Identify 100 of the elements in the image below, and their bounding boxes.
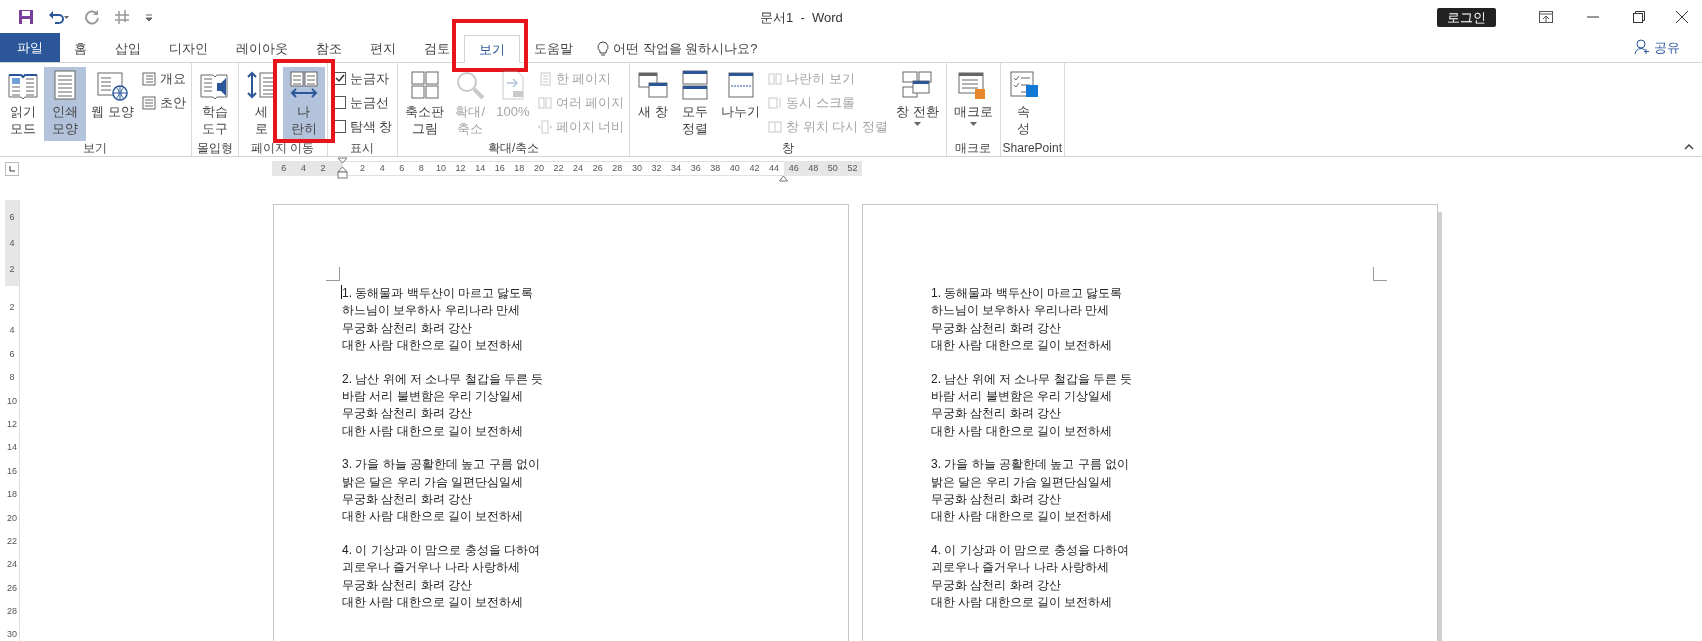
ruler-number: 16 [493, 162, 506, 175]
customize-icon[interactable] [144, 12, 154, 22]
document-line: 1. 동해물과 백두산이 마르고 닳도록 [342, 285, 535, 302]
ruler-number: 26 [6, 581, 18, 595]
ribbon-tab[interactable]: 레이아웃 [222, 35, 302, 62]
ruler-number: 2 [319, 162, 327, 175]
group-label: 매크로 [954, 141, 993, 156]
ribbon-tab[interactable]: 편지 [356, 35, 410, 62]
group-label: 보기 [82, 141, 109, 156]
ruler-number: 20 [6, 511, 18, 525]
ribbon-button[interactable]: 나누기 [716, 67, 766, 141]
document-line: 무궁화 삼천리 화려 강산 [342, 491, 473, 509]
ribbon-button[interactable]: 매크로 [948, 67, 998, 141]
ruler-number: 22 [6, 534, 18, 548]
document-line: 대한 사람 대한으로 길이 보전하세 [342, 594, 525, 612]
ribbon-button[interactable]: 학습 도구 [193, 67, 236, 141]
ribbon-display-icon[interactable] [1539, 11, 1553, 23]
ribbon-button[interactable]: 나 란히 [282, 67, 325, 141]
draft-icon [141, 95, 156, 110]
document-line: 밝은 달은 우리 가슴 일편단심일세 [342, 473, 525, 491]
document-line: 3. 가을 하늘 공활한데 높고 구름 없이 [342, 456, 541, 474]
checkbox[interactable]: 눈금자 [332, 69, 393, 88]
ribbon-button[interactable]: 초안 [141, 93, 186, 112]
ribbon-button[interactable]: 축소판 그림 [400, 67, 450, 141]
ruler-number: 48 [807, 162, 820, 175]
ruler-number: 52 [846, 162, 859, 175]
tell-me-field[interactable]: 어떤 작업을 원하시나요? [613, 38, 758, 59]
document-line: 대한 사람 대한으로 길이 보전하세 [931, 337, 1114, 355]
document-line: 무궁화 삼천리 화려 강산 [931, 319, 1062, 337]
document-line: 바람 서리 불변함은 우리 기상일세 [931, 388, 1114, 406]
document-line: 대한 사람 대한으로 길이 보전하세 [931, 594, 1114, 612]
ruler-number: 12 [6, 417, 18, 431]
group-label: 몰입형 [195, 141, 234, 156]
ruler-number: 4 [8, 324, 16, 338]
sign-in-button[interactable]: 로그인 [1437, 7, 1496, 27]
ribbon-button[interactable]: 새 창 [632, 67, 675, 141]
restore-icon[interactable] [1633, 11, 1645, 23]
checkmark-icon [333, 73, 345, 84]
ribbon-tab[interactable]: 검토 [410, 35, 464, 62]
tab-selector[interactable] [5, 161, 19, 176]
web-page-icon [96, 69, 129, 101]
document-line: 대한 사람 대한으로 길이 보전하세 [931, 508, 1114, 526]
redo-icon[interactable] [84, 9, 100, 25]
caret-icon [913, 122, 921, 126]
ribbon-button[interactable]: 속 성 [1002, 67, 1045, 141]
checkbox[interactable]: 눈금선 [332, 93, 393, 112]
ruler-number: 28 [6, 605, 18, 619]
ruler-number: 10 [6, 394, 18, 408]
document-line: 3. 가을 하늘 공활한데 높고 구름 없이 [931, 456, 1130, 474]
ruler-number: 20 [532, 162, 545, 175]
undo-icon[interactable] [48, 9, 70, 25]
ribbon-button[interactable]: 웹 모양 [86, 67, 139, 141]
ruler-number: 40 [728, 162, 741, 175]
ribbon-tab[interactable]: 삽입 [101, 35, 155, 62]
document-line: 바람 서리 불변함은 우리 기상일세 [342, 388, 525, 406]
ruler-number: 6 [280, 162, 288, 175]
ruler-number: 10 [434, 162, 447, 175]
ribbon-tab[interactable]: 참조 [302, 35, 356, 62]
ruler-number: 12 [454, 162, 467, 175]
ruler-number: 2 [359, 162, 367, 175]
ruler-number: 18 [513, 162, 526, 175]
ribbon-tab[interactable]: 보기 [464, 35, 520, 63]
collapse-ribbon-icon[interactable] [1684, 144, 1694, 150]
group-label: SharePoint [1002, 141, 1062, 156]
close-icon[interactable] [1676, 11, 1688, 23]
switch-windows-icon [901, 69, 934, 101]
ribbon-tab[interactable]: 도움말 [520, 35, 587, 62]
document-line: 무궁화 삼천리 화려 강산 [342, 576, 473, 594]
ruler-number: 26 [591, 162, 604, 175]
ruler-number: 44 [768, 162, 781, 175]
share-button[interactable]: 공유 [1634, 37, 1680, 57]
save-icon[interactable] [18, 9, 34, 25]
ruler-number: 6 [8, 211, 16, 224]
ruler-number: 8 [417, 162, 425, 175]
indent-marker[interactable] [337, 157, 348, 179]
document-line: 괴로우나 즐거우나 나라 사랑하세 [342, 559, 521, 577]
document-line: 괴로우나 즐거우나 나라 사랑하세 [931, 559, 1110, 577]
group-label: 표시 [349, 141, 376, 156]
file-tab[interactable]: 파일 [0, 33, 60, 62]
sync-scroll-icon [768, 95, 783, 110]
ribbon-tab[interactable]: 홈 [60, 35, 101, 62]
ribbon-button[interactable]: 개요 [141, 69, 186, 88]
ribbon-button[interactable]: 읽기 모드 [2, 67, 44, 141]
page-width-icon [537, 119, 552, 134]
ruler-number: 16 [6, 464, 18, 478]
new-window-icon [637, 69, 670, 101]
ribbon-tab[interactable]: 디자인 [155, 35, 222, 62]
ruler-number: 18 [6, 488, 18, 502]
document-line: 밝은 달은 우리 가슴 일편단심일세 [931, 473, 1114, 491]
ruler-number: 4 [8, 237, 16, 250]
ruler-number: 24 [6, 558, 18, 572]
ribbon-button[interactable]: 세 로 [240, 67, 283, 141]
checkbox[interactable]: 탐색 창 [332, 117, 393, 136]
caret-icon [969, 122, 977, 126]
ribbon-button[interactable]: 모두 정렬 [674, 67, 717, 141]
right-indent-marker[interactable] [779, 175, 788, 182]
ribbon-button[interactable]: 창 전환 [890, 67, 944, 141]
document-line: 무궁화 삼천리 화려 강산 [342, 319, 473, 337]
ruler-number: 34 [670, 162, 683, 175]
ribbon-button[interactable]: 인쇄 모양 [44, 67, 86, 141]
